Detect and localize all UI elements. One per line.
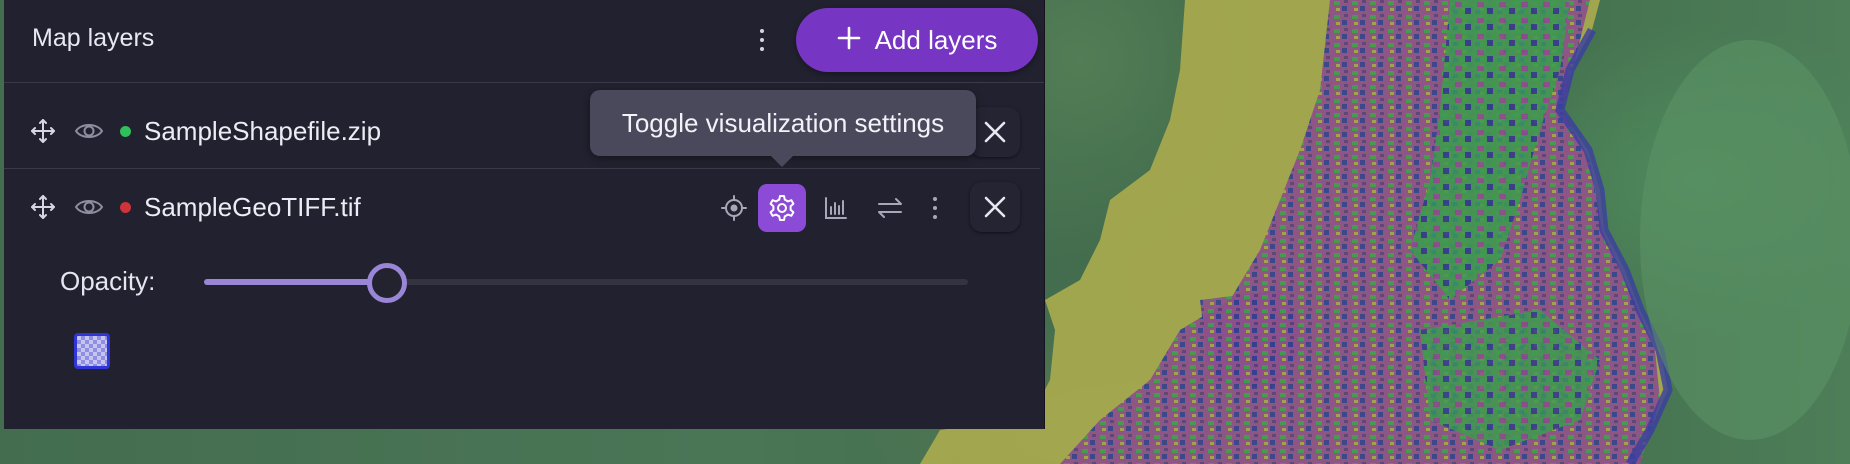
layer-name: SampleGeoTIFF.tif (144, 192, 361, 222)
close-icon (984, 196, 1006, 218)
kebab-dot (760, 29, 764, 33)
map-layers-panel: Map layers Add layers SampleShapefile.zi… (4, 0, 1045, 429)
add-layers-button[interactable]: Add layers (796, 8, 1038, 72)
status-dot (120, 202, 131, 213)
zoom-to-layer-button[interactable] (710, 184, 758, 232)
opacity-slider-thumb[interactable] (367, 263, 408, 303)
layer-kebab-menu[interactable] (918, 184, 952, 232)
kebab-dot (760, 47, 764, 51)
drag-handle-icon[interactable] (30, 194, 56, 220)
swap-icon (878, 198, 902, 218)
kebab-dot (760, 38, 764, 42)
tooltip: Toggle visualization settings (590, 90, 976, 156)
tooltip-arrow (771, 156, 793, 167)
panel-title: Map layers (32, 24, 155, 52)
visualization-settings-button[interactable] (758, 184, 806, 232)
swap-button[interactable] (866, 184, 914, 232)
locate-icon (721, 195, 747, 221)
layer-name: SampleShapefile.zip (144, 116, 382, 146)
panel-header: Map layers Add layers (4, 0, 1044, 83)
remove-layer-button[interactable] (970, 107, 1020, 157)
close-icon (984, 121, 1006, 143)
color-swatch[interactable] (74, 333, 110, 369)
histogram-icon (825, 197, 847, 219)
status-dot (120, 126, 131, 137)
tooltip-text: Toggle visualization settings (621, 107, 945, 138)
kebab-menu-icon[interactable] (750, 22, 774, 58)
drag-handle-icon[interactable] (30, 118, 56, 144)
eye-icon[interactable] (74, 120, 104, 142)
histogram-button[interactable] (812, 184, 860, 232)
layer-row-geotiff[interactable]: SampleGeoTIFF.tif (4, 170, 1040, 244)
kebab-dot (933, 206, 937, 210)
opacity-slider[interactable] (204, 263, 968, 303)
opacity-slider-fill (204, 279, 388, 285)
plus-icon (837, 22, 861, 56)
kebab-dot (933, 215, 937, 219)
opacity-label: Opacity: (60, 266, 156, 296)
kebab-dot (933, 197, 937, 201)
remove-layer-button[interactable] (970, 182, 1020, 232)
gear-icon (769, 195, 795, 221)
eye-icon[interactable] (74, 196, 104, 218)
add-layers-label: Add layers (874, 24, 998, 55)
